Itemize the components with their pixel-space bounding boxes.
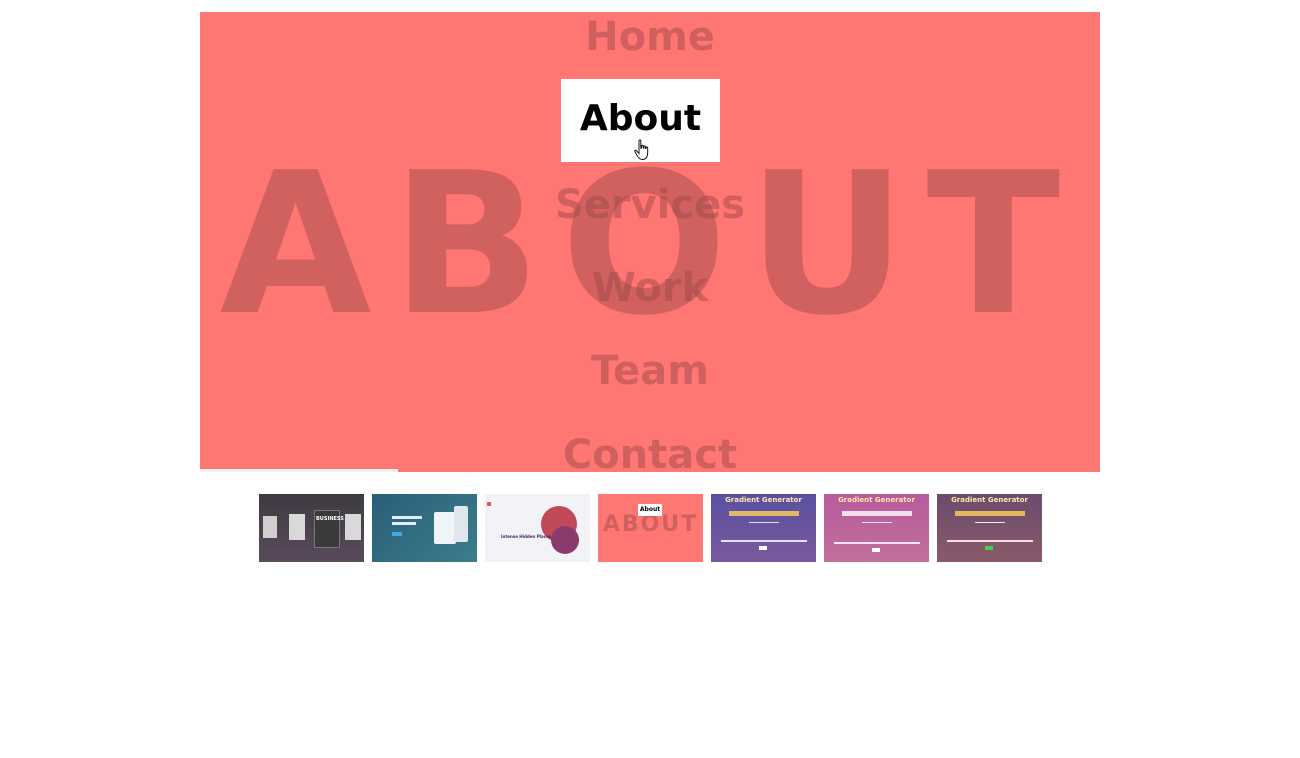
thumbnail-4-label: About <box>639 506 661 513</box>
button-shape <box>985 546 993 550</box>
hand-pointer-icon <box>634 139 649 160</box>
slider-shape <box>862 522 892 523</box>
thumbnail-7-label: Gradient Generator <box>951 496 1028 504</box>
thumbnail-5-label: Gradient Generator <box>725 496 802 504</box>
swatch-row <box>729 511 799 516</box>
slider-shape <box>975 522 1005 523</box>
menu-item-contact[interactable]: Contact <box>200 430 1100 472</box>
thumbnail-6[interactable]: Gradient Generator <box>824 494 929 562</box>
thumbnail-4[interactable]: ABOUT About <box>598 494 703 562</box>
device-shape <box>454 506 468 542</box>
text-line <box>834 542 920 544</box>
slider-shape <box>749 522 779 523</box>
text-line <box>947 540 1033 542</box>
thumbnail-3-label: Intense Hidden Places <box>501 534 552 539</box>
card-shape <box>263 516 277 538</box>
thumbnail-2[interactable] <box>372 494 477 562</box>
slide-progress-bar <box>200 469 398 472</box>
menu-item-team[interactable]: Team <box>200 346 1100 396</box>
thumbnail-5[interactable]: Gradient Generator <box>711 494 816 562</box>
menu-item-home[interactable]: Home <box>200 12 1100 62</box>
dot-shape <box>487 502 491 506</box>
thumbnail-3[interactable]: Intense Hidden Places <box>485 494 590 562</box>
slide-viewer: ABOUT Home About Services Work Team Cont… <box>200 12 1100 472</box>
thumbnail-1-label: BUSINESS <box>316 516 344 522</box>
swatch-row <box>842 511 912 516</box>
menu-item-work[interactable]: Work <box>200 263 1100 313</box>
thumbnail-6-label: Gradient Generator <box>838 496 915 504</box>
card-shape <box>289 514 305 540</box>
button-shape <box>392 532 402 536</box>
device-shape <box>434 512 456 544</box>
menu-item-about-label: About <box>579 98 702 139</box>
button-shape <box>872 548 880 552</box>
thumbnail-strip: BUSINESS Intense Hidden Places ABOUT Abo… <box>259 494 1042 562</box>
circle-shape <box>551 526 579 554</box>
text-line <box>392 522 416 525</box>
text-line <box>721 540 807 542</box>
thumbnail-1[interactable]: BUSINESS <box>259 494 364 562</box>
button-shape <box>759 546 767 550</box>
card-shape <box>345 514 361 540</box>
menu-item-services[interactable]: Services <box>200 180 1100 230</box>
background-word: ABOUT <box>219 131 1081 359</box>
thumbnail-7[interactable]: Gradient Generator <box>937 494 1042 562</box>
swatch-row <box>955 511 1025 516</box>
text-line <box>392 516 422 519</box>
menu-item-about[interactable]: About <box>561 79 720 162</box>
